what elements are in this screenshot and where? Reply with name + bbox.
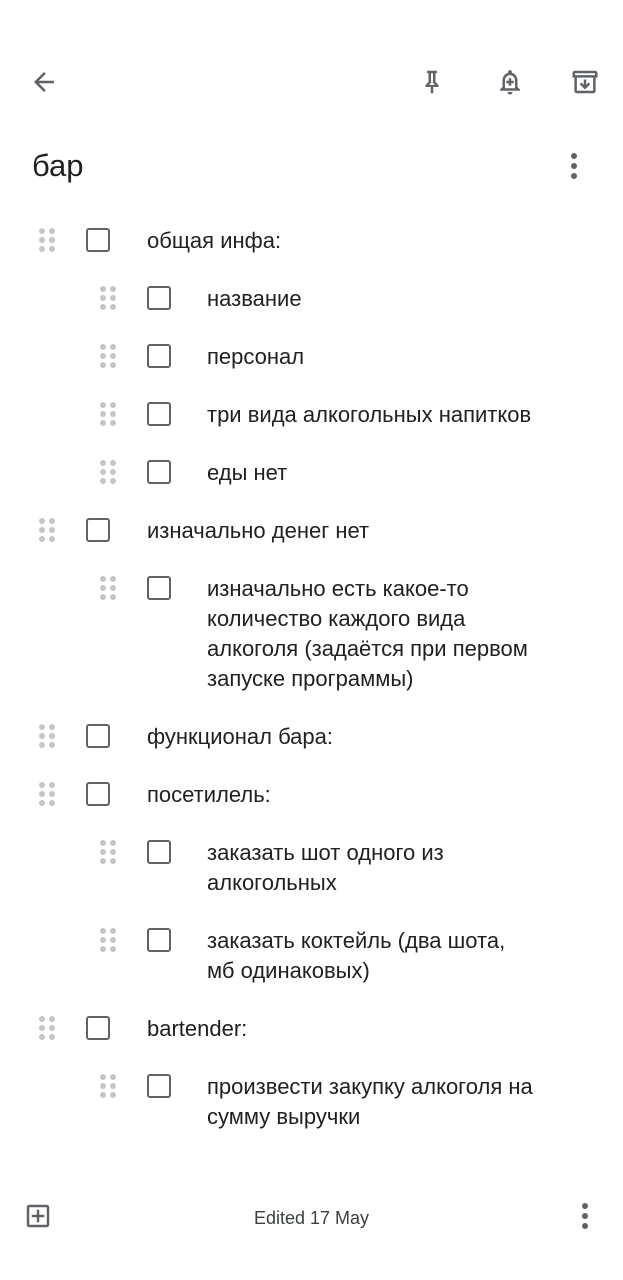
item-text[interactable]: персонал xyxy=(207,342,537,372)
item-checkbox[interactable] xyxy=(86,518,110,542)
item-text[interactable]: заказать шот одного из алкогольных xyxy=(207,838,537,898)
item-text[interactable]: еды нет xyxy=(207,458,537,488)
drag-handle-icon[interactable] xyxy=(98,402,120,428)
more-vert-icon xyxy=(571,153,577,179)
bottom-more-menu-button[interactable] xyxy=(563,1194,607,1238)
drag-handle-icon[interactable] xyxy=(98,928,120,954)
pin-icon xyxy=(425,70,439,94)
item-checkbox[interactable] xyxy=(86,724,110,748)
checklist-item[interactable]: три вида алкогольных напитков xyxy=(0,400,623,430)
drag-handle-icon[interactable] xyxy=(37,782,59,808)
item-checkbox[interactable] xyxy=(86,228,110,252)
archive-button[interactable] xyxy=(561,58,609,106)
drag-handle-icon[interactable] xyxy=(98,460,120,486)
back-button[interactable] xyxy=(20,58,68,106)
checklist-item[interactable]: персонал xyxy=(0,342,623,372)
item-checkbox[interactable] xyxy=(147,344,171,368)
edited-timestamp: Edited 17 May xyxy=(253,1208,370,1228)
checklist-item[interactable]: еды нет xyxy=(0,458,623,488)
pin-button[interactable] xyxy=(408,58,456,106)
item-text[interactable]: произвести закупку алкоголя на сумму выр… xyxy=(207,1072,537,1132)
item-text[interactable]: общая инфа: xyxy=(147,226,587,256)
drag-handle-icon[interactable] xyxy=(98,344,120,370)
item-text[interactable]: три вида алкогольных напитков xyxy=(207,400,537,430)
item-text[interactable]: функционал бара: xyxy=(147,722,587,752)
checklist-item[interactable]: общая инфа: xyxy=(0,226,623,256)
item-checkbox[interactable] xyxy=(86,782,110,806)
checklist-item[interactable]: изначально денег нет xyxy=(0,516,623,546)
top-toolbar xyxy=(0,0,623,150)
add-alert-icon xyxy=(500,70,520,95)
item-checkbox[interactable] xyxy=(147,460,171,484)
drag-handle-icon[interactable] xyxy=(98,576,120,602)
item-text[interactable]: заказать коктейль (два шота, мб одинаков… xyxy=(207,926,537,986)
item-checkbox[interactable] xyxy=(147,840,171,864)
checklist-item[interactable]: заказать коктейль (два шота, мб одинаков… xyxy=(0,926,623,986)
checklist-item[interactable]: bartender: xyxy=(0,1014,623,1044)
item-text[interactable]: изначально есть какое-то количество кажд… xyxy=(207,574,537,694)
arrow-back-icon xyxy=(34,72,54,92)
checklist-item[interactable]: произвести закупку алкоголя на сумму выр… xyxy=(0,1072,623,1132)
item-text[interactable]: название xyxy=(207,284,537,314)
item-checkbox[interactable] xyxy=(147,402,171,426)
item-text[interactable]: изначально денег нет xyxy=(147,516,587,546)
item-checkbox[interactable] xyxy=(147,576,171,600)
drag-handle-icon[interactable] xyxy=(98,1074,120,1100)
checklist-item[interactable]: функционал бара: xyxy=(0,722,623,752)
checklist: общая инфа: название персонал три вида алко… xyxy=(0,212,623,1174)
item-checkbox[interactable] xyxy=(147,928,171,952)
item-text[interactable]: bartender: xyxy=(147,1014,587,1044)
checklist-item[interactable]: изначально есть какое-то количество кажд… xyxy=(0,574,623,694)
checklist-item[interactable]: заказать шот одного из алкогольных xyxy=(0,838,623,898)
item-checkbox[interactable] xyxy=(147,1074,171,1098)
checklist-item[interactable]: посетилель: xyxy=(0,780,623,810)
reminder-button[interactable] xyxy=(486,58,534,106)
drag-handle-icon[interactable] xyxy=(37,228,59,254)
drag-handle-icon[interactable] xyxy=(37,518,59,544)
item-text[interactable]: посетилель: xyxy=(147,780,587,810)
drag-handle-icon[interactable] xyxy=(37,1016,59,1042)
drag-handle-icon[interactable] xyxy=(98,840,120,866)
drag-handle-icon[interactable] xyxy=(37,724,59,750)
bottom-bar: Edited 17 May xyxy=(0,1174,623,1280)
archive-icon xyxy=(572,70,598,94)
item-checkbox[interactable] xyxy=(147,286,171,310)
more-vert-icon xyxy=(582,1203,588,1229)
note-title[interactable]: бар xyxy=(32,148,84,184)
item-checkbox[interactable] xyxy=(86,1016,110,1040)
checklist-item[interactable]: название xyxy=(0,284,623,314)
drag-handle-icon[interactable] xyxy=(98,286,120,312)
title-more-menu-button[interactable] xyxy=(552,142,596,190)
